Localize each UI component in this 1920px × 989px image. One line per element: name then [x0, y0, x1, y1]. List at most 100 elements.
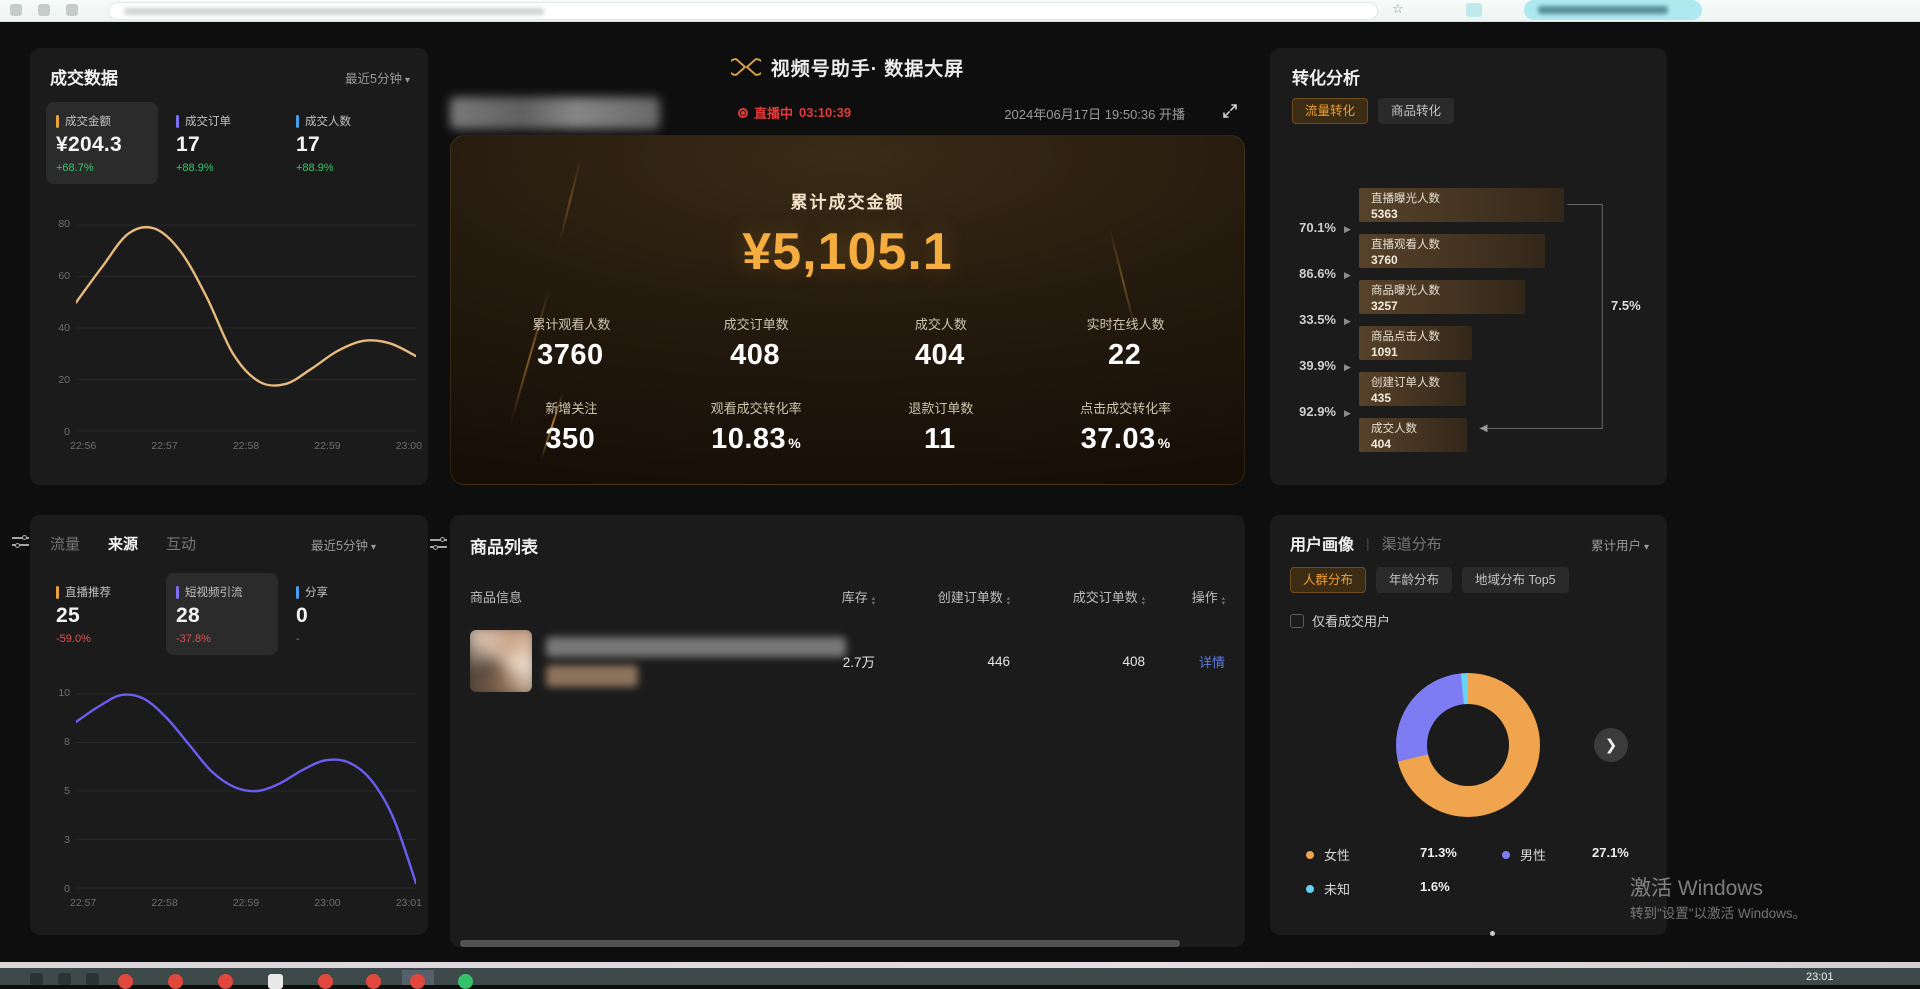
tab-source[interactable]: 来源 — [108, 533, 138, 554]
dashboard-header: 视频号助手· 数据大屏 — [450, 50, 1245, 84]
browser-forward-icon[interactable] — [38, 4, 50, 16]
col-created-orders[interactable]: 创建订单数▴▾ — [875, 587, 1010, 606]
funnel-chart: 直播曝光人数5363 直播观看人数3760 商品曝光人数3257 商品点击人数1… — [1270, 188, 1667, 477]
tab-product-conversion[interactable]: 商品转化 — [1378, 98, 1454, 124]
blurred-account-name — [450, 97, 660, 129]
legend-female: 女性 — [1306, 845, 1350, 864]
detail-link[interactable]: 详情 — [1145, 652, 1225, 671]
browser-back-icon[interactable] — [10, 4, 22, 16]
stat-item: 实时在线人数 22 — [1033, 314, 1218, 372]
stat-item: 观看成交转化率 10.83% — [664, 398, 849, 456]
stat-item: 累计观看人数 3760 — [479, 314, 664, 372]
panel-title-row: 用户画像 | 渠道分布 — [1290, 531, 1442, 555]
deal-trend-chart — [76, 224, 416, 432]
deal-users-filter[interactable]: 仅看成交用户 — [1290, 611, 1390, 630]
legend-unknown-value: 1.6% — [1420, 879, 1450, 894]
col-stock[interactable]: 库存▴▾ — [780, 587, 875, 606]
col-product-info: 商品信息 — [470, 587, 780, 606]
taskbar-app-icon[interactable] — [86, 973, 99, 985]
legend-dot — [1306, 885, 1314, 893]
live-info-row: 直播中 03:10:39 2024年06月17日 19:50:36 开播 — [450, 95, 1245, 129]
chevron-down-icon: ▾ — [405, 75, 410, 86]
taskbar-app-icon[interactable] — [218, 974, 233, 989]
stat-item: 点击成交转化率 37.03% — [1033, 398, 1218, 456]
tab-traffic[interactable]: 流量 — [50, 533, 80, 554]
taskbar-search-icon[interactable] — [58, 973, 71, 985]
sort-icon: ▴▾ — [1222, 596, 1225, 606]
portrait-tabs: 人群分布 年龄分布 地域分布 Top5 — [1290, 567, 1569, 593]
live-dot-icon — [738, 108, 748, 118]
broadcast-start-time: 2024年06月17日 19:50:36 开播 — [1004, 104, 1185, 123]
taskbar-app-icon[interactable] — [410, 974, 425, 989]
product-list-panel: 商品列表 商品信息 库存▴▾ 创建订单数▴▾ 成交订单数▴▾ 操作▴▾ 2.7万… — [450, 515, 1245, 947]
metric-card-gmv[interactable]: 成交金额 ¥204.3 +68.7% — [46, 102, 158, 184]
deal-data-panel: 成交数据 最近5分钟▾ 成交金额 ¥204.3 +68.7% 成交订单 17 +… — [30, 48, 428, 485]
conversion-tabs: 流量转化 商品转化 — [1292, 98, 1454, 124]
start-button[interactable] — [30, 973, 43, 985]
metric-card-orders[interactable]: 成交订单 17 +88.9% — [166, 102, 278, 184]
channels-logo-icon — [731, 54, 761, 80]
panel-title: 成交数据 — [50, 64, 118, 89]
page-title: 视频号助手· 数据大屏 — [771, 54, 965, 81]
x-axis-labels: 22:5722:58 22:5923:00 23:01 — [70, 897, 422, 909]
windows-activation-watermark: 激活 Windows — [1630, 872, 1763, 902]
bookmark-star-icon[interactable]: ☆ — [1392, 1, 1404, 17]
metric-card-share[interactable]: 分享 0 - — [286, 573, 398, 655]
checkbox-icon[interactable] — [1290, 614, 1304, 628]
conversion-panel: 转化分析 流量转化 商品转化 直播曝光人数5363 直播观看人数3760 商品曝… — [1270, 48, 1667, 485]
metric-card-buyers[interactable]: 成交人数 17 +88.9% — [286, 102, 398, 184]
panel-title: 商品列表 — [470, 533, 538, 558]
taskbar-app-icon[interactable] — [458, 974, 473, 989]
legend-female-value: 71.3% — [1420, 845, 1457, 860]
legend-male-value: 27.1% — [1592, 845, 1629, 860]
taskbar-app-icon[interactable] — [366, 974, 381, 989]
metric-card-short-video[interactable]: 短视频引流 28 -37.8% — [166, 573, 278, 655]
live-timer: 03:10:39 — [799, 105, 851, 120]
carousel-dot[interactable] — [1490, 931, 1495, 936]
tab-interaction[interactable]: 互动 — [166, 533, 196, 554]
indicator-bar — [176, 586, 179, 599]
table-header: 商品信息 库存▴▾ 创建订单数▴▾ 成交订单数▴▾ 操作▴▾ — [470, 587, 1225, 606]
extension-icon[interactable] — [1466, 3, 1482, 17]
stat-item: 退款订单数 11 — [849, 398, 1034, 456]
tab-age-distribution[interactable]: 年龄分布 — [1376, 567, 1452, 593]
legend-unknown: 未知 — [1306, 879, 1350, 898]
overall-rate-bracket — [1270, 188, 1667, 477]
time-range-dropdown[interactable]: 最近5分钟▾ — [345, 68, 410, 87]
taskbar-app-icon[interactable] — [168, 974, 183, 989]
product-thumbnail-blurred — [470, 630, 532, 692]
user-scope-dropdown[interactable]: 累计用户▾ — [1591, 535, 1649, 554]
indicator-bar — [56, 586, 59, 599]
tab-region-top5[interactable]: 地域分布 Top5 — [1462, 567, 1569, 593]
address-bar[interactable] — [108, 2, 1378, 20]
browser-toolbar: ☆ — [0, 0, 1920, 22]
col-deal-orders[interactable]: 成交订单数▴▾ — [1010, 587, 1145, 606]
taskbar-app-icon[interactable] — [318, 974, 333, 989]
browser-refresh-icon[interactable] — [66, 4, 78, 16]
traffic-trend-chart — [76, 693, 416, 889]
fullscreen-icon[interactable] — [1221, 102, 1239, 120]
kpi-summary-panel: 累计成交金额 ¥5,105.1 累计观看人数 3760 成交订单数 408 成交… — [450, 135, 1245, 485]
total-gmv-value: ¥5,105.1 — [451, 222, 1244, 282]
taskbar-app-icon[interactable] — [118, 974, 133, 989]
tab-channel-distribution[interactable]: 渠道分布 — [1382, 533, 1442, 554]
time-range-dropdown[interactable]: 最近5分钟▾ — [311, 535, 376, 554]
tab-user-portrait[interactable]: 用户画像 — [1290, 531, 1354, 555]
tab-traffic-conversion[interactable]: 流量转化 — [1292, 98, 1368, 124]
blurred-url — [124, 8, 544, 15]
overall-conversion-rate: 7.5% — [1611, 298, 1641, 313]
user-portrait-panel: 用户画像 | 渠道分布 累计用户▾ 人群分布 年龄分布 地域分布 Top5 仅看… — [1270, 515, 1667, 935]
settings-sliders-icon[interactable] — [12, 535, 29, 548]
settings-sliders-icon[interactable] — [430, 537, 447, 550]
table-row[interactable]: 2.7万 446 408 详情 — [470, 623, 1225, 699]
taskbar-app-icon[interactable] — [268, 974, 283, 989]
legend-dot — [1502, 851, 1510, 859]
horizontal-scrollbar[interactable] — [460, 940, 1180, 947]
panel-title: 转化分析 — [1292, 64, 1360, 89]
traffic-metric-cards: 直播推荐 25 -59.0% 短视频引流 28 -37.8% 分享 0 - — [46, 573, 398, 655]
browser-profile-button[interactable] — [1524, 0, 1702, 20]
col-actions[interactable]: 操作▴▾ — [1145, 587, 1225, 606]
metric-card-live-recommend[interactable]: 直播推荐 25 -59.0% — [46, 573, 158, 655]
tab-gender-distribution[interactable]: 人群分布 — [1290, 567, 1366, 593]
carousel-next-button[interactable]: ❯ — [1594, 728, 1628, 762]
